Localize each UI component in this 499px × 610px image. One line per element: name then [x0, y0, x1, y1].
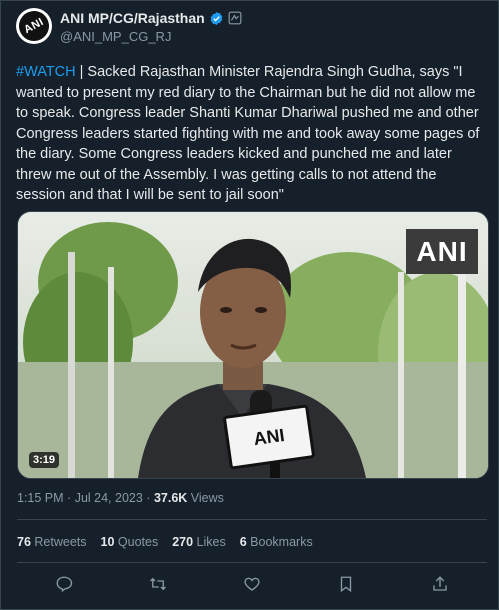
video-duration: 3:19	[29, 452, 60, 468]
tweet-date[interactable]: Jul 24, 2023	[75, 491, 143, 505]
name-row: ANI MP/CG/Rajasthan	[60, 10, 242, 26]
quotes-label: Quotes	[117, 535, 159, 549]
tweet-actions	[17, 566, 487, 602]
divider	[17, 562, 487, 563]
verified-badge-icon	[210, 11, 223, 25]
like-icon	[244, 577, 260, 591]
quotes-count: 10	[100, 535, 115, 549]
retweets-label: Retweets	[34, 535, 87, 549]
likes-count: 270	[172, 535, 194, 549]
retweet-button[interactable]	[140, 566, 176, 602]
tweet-meta: 1:15 PM · Jul 24, 2023 · 37.6K Views	[17, 491, 224, 505]
share-icon	[433, 576, 447, 591]
views-label: Views	[190, 491, 224, 505]
tweet-text: #WATCH | Sacked Rajasthan Minister Rajen…	[16, 62, 486, 206]
meta-separator-2: ·	[146, 491, 151, 505]
share-button[interactable]	[422, 566, 458, 602]
ani-avatar-logo: ANI	[16, 8, 52, 44]
avatar[interactable]: ANI	[16, 8, 52, 44]
bookmarks-label: Bookmarks	[250, 535, 313, 549]
tweet-stats: 76 Retweets 10 Quotes 270 Likes 6 Bookma…	[17, 535, 313, 549]
divider	[17, 519, 487, 520]
government-affiliation-icon	[228, 11, 242, 25]
like-button[interactable]	[234, 566, 270, 602]
reply-icon	[56, 576, 73, 593]
mic-flag-text: ANI	[252, 424, 286, 449]
quotes-stat[interactable]: 10 Quotes	[101, 535, 159, 549]
retweets-stat[interactable]: 76 Retweets	[17, 535, 87, 549]
avatar-text: ANI	[22, 15, 46, 37]
likes-label: Likes	[196, 535, 226, 549]
retweets-count: 76	[17, 535, 31, 549]
tweet-header: ANI ANI MP/CG/Rajasthan @ANI_MP_CG_RJ	[16, 8, 486, 48]
bookmarks-count: 6	[239, 535, 247, 549]
display-name[interactable]: ANI MP/CG/Rajasthan	[60, 10, 205, 26]
bookmark-button[interactable]	[328, 566, 364, 602]
video-player[interactable]: ANI ANI 3:19	[17, 211, 489, 479]
reply-button[interactable]	[46, 566, 82, 602]
retweet-icon	[150, 577, 166, 591]
views-count: 37.6K	[153, 491, 188, 505]
tweet-body: | Sacked Rajasthan Minister Rajendra Sin…	[16, 64, 480, 203]
tweet-time[interactable]: 1:15 PM	[17, 491, 64, 505]
account-handle[interactable]: @ANI_MP_CG_RJ	[60, 29, 171, 44]
meta-separator: ·	[67, 491, 72, 505]
video-watermark: ANI	[406, 229, 478, 274]
bookmark-icon	[340, 576, 352, 593]
hashtag-link[interactable]: #WATCH	[16, 64, 76, 80]
bookmarks-stat[interactable]: 6 Bookmarks	[240, 535, 313, 549]
likes-stat[interactable]: 270 Likes	[172, 535, 226, 549]
